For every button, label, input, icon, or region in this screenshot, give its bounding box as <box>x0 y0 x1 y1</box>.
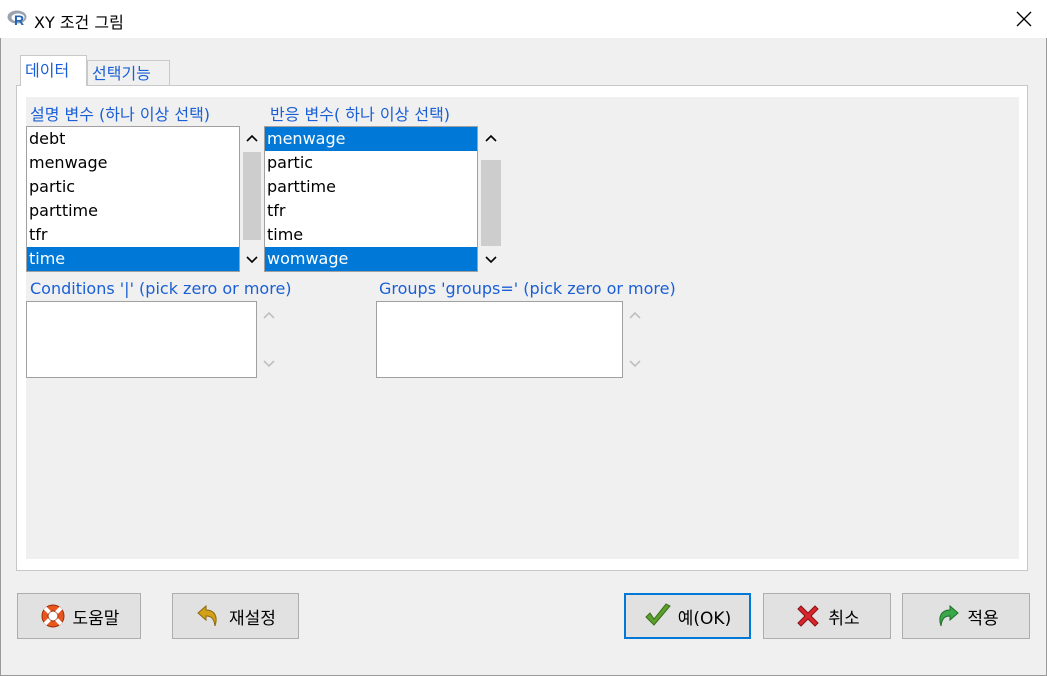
scroll-thumb[interactable] <box>481 160 501 246</box>
cancel-button-label: 취소 <box>828 608 860 629</box>
list-item[interactable]: time <box>265 223 477 247</box>
title-bar: R XY 조건 그림 <box>0 0 1047 38</box>
list-item-selected[interactable]: menwage <box>265 127 477 151</box>
tab-data[interactable]: 데이터 <box>20 55 87 86</box>
scroll-up-icon <box>258 305 280 325</box>
list-item[interactable]: parttime <box>265 175 477 199</box>
close-icon <box>1016 11 1032 27</box>
scroll-up-icon <box>624 305 646 325</box>
reset-button-label: 재설정 <box>229 608 276 629</box>
response-listbox[interactable]: menwage partic parttime tfr time womwage <box>264 126 478 272</box>
scroll-down-icon[interactable] <box>241 250 263 270</box>
conditions-label: Conditions '|' (pick zero or more) <box>30 279 292 298</box>
scroll-down-icon[interactable] <box>479 250 503 270</box>
r-logo-icon: R <box>7 10 27 27</box>
groups-label: Groups 'groups=' (pick zero or more) <box>379 279 676 298</box>
svg-text:R: R <box>14 12 24 27</box>
apply-button-label: 적용 <box>967 608 999 629</box>
groups-scrollbar <box>624 301 646 378</box>
undo-arrow-icon <box>195 602 223 630</box>
help-button[interactable]: 도움말 <box>17 593 141 639</box>
window-title: XY 조건 그림 <box>34 13 124 32</box>
explanatory-scrollbar[interactable] <box>241 126 263 272</box>
lifebuoy-icon <box>39 602 67 630</box>
reset-button[interactable]: 재설정 <box>172 593 299 639</box>
list-item-selected[interactable]: time <box>27 247 239 271</box>
checkmark-icon <box>644 602 672 630</box>
list-item[interactable]: debt <box>27 127 239 151</box>
redo-arrow-icon <box>933 602 961 630</box>
tab-options[interactable]: 선택기능 <box>87 60 170 86</box>
ok-button[interactable]: 예(OK) <box>624 593 751 639</box>
scroll-thumb[interactable] <box>243 152 261 240</box>
scroll-up-icon[interactable] <box>241 128 263 148</box>
cancel-button[interactable]: 취소 <box>763 593 891 639</box>
conditions-scrollbar <box>258 301 280 378</box>
response-label: 반응 변수( 하나 이상 선택) <box>270 105 451 124</box>
list-item[interactable]: tfr <box>265 199 477 223</box>
groups-listbox[interactable] <box>376 301 623 378</box>
list-item[interactable]: partic <box>27 175 239 199</box>
list-item[interactable]: tfr <box>27 223 239 247</box>
ok-button-label: 예(OK) <box>677 608 732 629</box>
scroll-up-icon[interactable] <box>479 128 503 148</box>
x-icon <box>794 602 822 630</box>
explanatory-label: 설명 변수 (하나 이상 선택) <box>30 105 211 124</box>
conditions-listbox[interactable] <box>26 301 257 378</box>
response-scrollbar[interactable] <box>479 126 503 272</box>
close-button[interactable] <box>1001 0 1047 38</box>
list-item[interactable]: parttime <box>27 199 239 223</box>
explanatory-listbox[interactable]: debt menwage partic parttime tfr time <box>26 126 240 272</box>
scroll-down-icon <box>624 354 646 374</box>
scroll-down-icon <box>258 354 280 374</box>
list-item[interactable]: partic <box>265 151 477 175</box>
list-item[interactable]: menwage <box>27 151 239 175</box>
apply-button[interactable]: 적용 <box>902 593 1030 639</box>
list-item-selected[interactable]: womwage <box>265 247 477 271</box>
help-button-label: 도움말 <box>72 608 120 629</box>
